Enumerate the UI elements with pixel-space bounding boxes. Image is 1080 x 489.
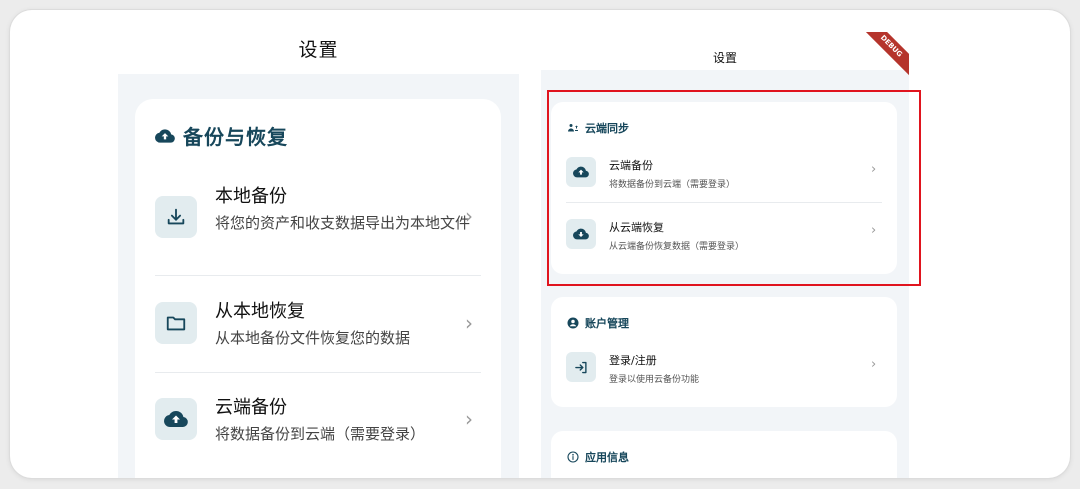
cloud-backup-subtitle: 将数据备份到云端（需要登录） (215, 425, 426, 443)
cloud-download-icon (573, 228, 589, 240)
cloud-restore-title: 从云端恢复 (609, 221, 664, 234)
login-register-title: 登录/注册 (609, 354, 657, 367)
right-settings-screen: 设置 DEBUG 云端同步 云端备份 将数据备份到云端（需要登录） › 从云端恢… (541, 32, 909, 478)
chevron-right-icon: › (465, 311, 473, 335)
divider (155, 372, 481, 373)
cloud-restore-item[interactable]: 从云端恢复 从云端备份恢复数据（需要登录） › (551, 205, 897, 263)
cloud-backup-item[interactable]: 云端备份 将数据备份到云端（需要登录） › (135, 375, 501, 475)
chevron-right-icon: › (871, 223, 877, 238)
left-settings-screen: 设置 备份与恢复 本地备份 将您的资产和收支数据导出为本地文件 › 从本地恢复 … (118, 32, 519, 478)
cloud-backup-subtitle: 将数据备份到云端（需要登录） (609, 180, 736, 190)
divider (566, 202, 882, 203)
left-page-title: 设置 (298, 39, 339, 61)
local-restore-title: 从本地恢复 (215, 301, 305, 322)
sync-users-icon (568, 124, 578, 132)
login-register-subtitle: 登录以使用云备份功能 (609, 375, 700, 385)
login-register-item[interactable]: 登录/注册 登录以使用云备份功能 › (551, 339, 897, 397)
cloud-backup-title: 云端备份 (609, 159, 653, 172)
app-info-title: 应用信息 (585, 451, 629, 464)
app-info-card: 应用信息 (551, 431, 897, 478)
divider (155, 275, 481, 276)
cloud-upload-icon (164, 410, 188, 427)
cloud-backup-icon-box (155, 398, 197, 440)
right-page-title: 设置 (712, 51, 737, 65)
login-icon-box (566, 352, 596, 382)
local-backup-icon-box (155, 196, 197, 238)
cloud-sync-card: 云端同步 云端备份 将数据备份到云端（需要登录） › 从云端恢复 从云端备份恢复… (551, 102, 897, 274)
local-restore-icon-box (155, 302, 197, 344)
local-restore-item[interactable]: 从本地恢复 从本地备份文件恢复您的数据 › (135, 279, 501, 369)
account-title: 账户管理 (585, 317, 629, 330)
login-icon (574, 361, 587, 373)
cloud-restore-icon-box (566, 219, 596, 249)
backup-section-title: 备份与恢复 (183, 125, 288, 149)
backup-restore-card: 备份与恢复 本地备份 将您的资产和收支数据导出为本地文件 › 从本地恢复 从本地… (135, 99, 501, 478)
cloud-backup-item[interactable]: 云端备份 将数据备份到云端（需要登录） › (551, 144, 897, 200)
cloud-upload-icon (573, 166, 589, 178)
info-icon (567, 451, 579, 463)
chevron-right-icon: › (871, 162, 877, 177)
account-circle-icon (567, 317, 579, 329)
chevron-right-icon: › (465, 204, 473, 228)
local-backup-item[interactable]: 本地备份 将您的资产和收支数据导出为本地文件 › (135, 174, 501, 274)
cloud-restore-subtitle: 从云端备份恢复数据（需要登录） (609, 242, 745, 252)
cloud-upload-icon (155, 128, 175, 143)
chevron-right-icon: › (871, 357, 877, 372)
local-backup-title: 本地备份 (215, 186, 287, 207)
account-header: 账户管理 (567, 315, 629, 331)
backup-section-header: 备份与恢复 (155, 121, 288, 150)
cloud-sync-header: 云端同步 (567, 120, 629, 136)
cloud-backup-icon-box (566, 157, 596, 187)
download-icon (167, 208, 185, 225)
local-restore-subtitle: 从本地备份文件恢复您的数据 (215, 329, 411, 347)
account-management-card: 账户管理 登录/注册 登录以使用云备份功能 › (551, 297, 897, 407)
folder-icon (166, 316, 186, 331)
cloud-backup-title: 云端备份 (215, 397, 287, 418)
chevron-right-icon: › (465, 407, 473, 431)
app-info-header: 应用信息 (567, 449, 629, 465)
cloud-sync-title: 云端同步 (585, 122, 629, 135)
left-app-bar: 设置 (118, 32, 519, 74)
local-backup-subtitle: 将您的资产和收支数据导出为本地文件 (215, 214, 471, 232)
right-app-bar: 设置 (541, 32, 909, 70)
